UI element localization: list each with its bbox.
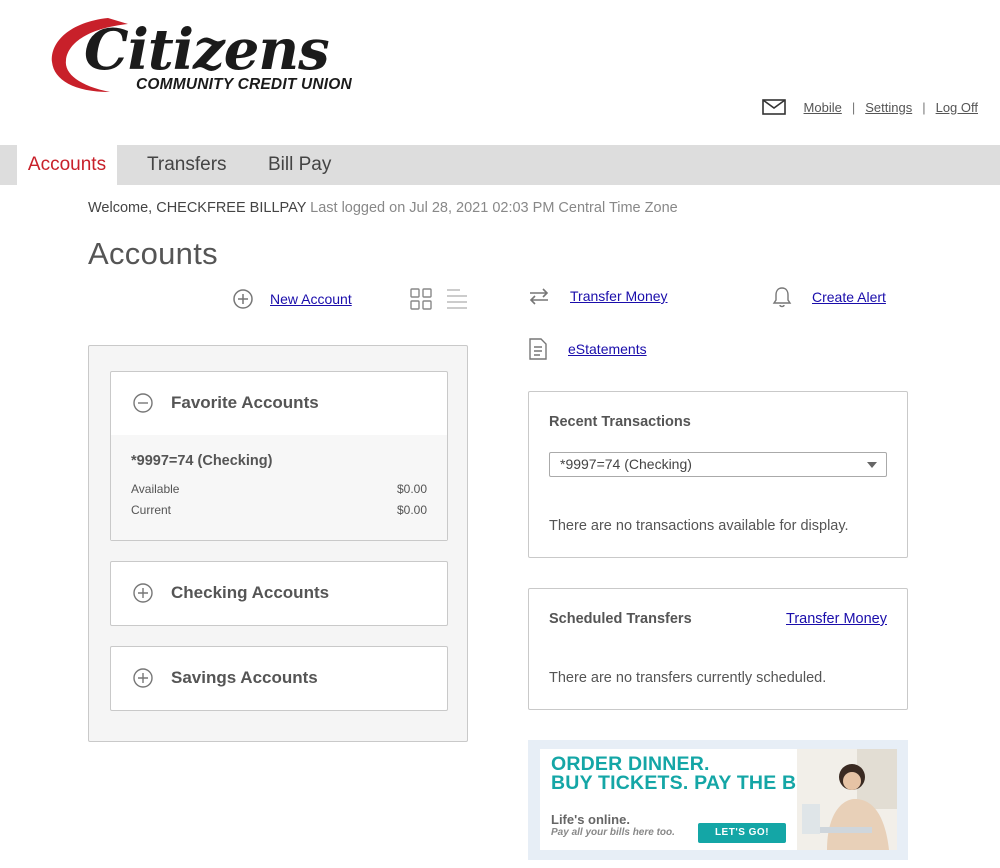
account-name[interactable]: *9997=74 (Checking) <box>131 453 427 469</box>
utility-links: Mobile | Settings | Log Off <box>761 99 978 115</box>
last-login-text: Last logged on Jul 28, 2021 02:03 PM Cen… <box>310 200 678 216</box>
available-balance-row: Available $0.00 <box>131 479 427 500</box>
woman-with-laptop-image <box>797 749 897 850</box>
settings-link[interactable]: Settings <box>865 100 912 115</box>
page-title: Accounts <box>88 236 218 271</box>
logo-wordmark: Citizens <box>84 17 330 83</box>
account-select-value: *9997=74 (Checking) <box>560 456 692 472</box>
main-nav: Accounts Transfers Bill Pay <box>0 145 1000 185</box>
new-account-action[interactable]: New Account <box>233 289 352 309</box>
ad-lets-go-button[interactable]: LET'S GO! <box>698 823 786 843</box>
grid-view-icon[interactable] <box>410 288 432 310</box>
chevron-down-icon <box>867 462 877 468</box>
group-title: Favorite Accounts <box>171 393 319 412</box>
tab-bill-pay[interactable]: Bill Pay <box>268 145 331 185</box>
group-title: Savings Accounts <box>171 668 318 687</box>
tab-accounts[interactable]: Accounts <box>17 145 117 185</box>
group-title: Checking Accounts <box>171 583 330 602</box>
accounts-panel: Favorite Accounts *9997=74 (Checking) Av… <box>88 345 468 742</box>
view-toggle <box>410 288 482 310</box>
mobile-link[interactable]: Mobile <box>804 100 842 115</box>
welcome-greeting: Welcome, CHECKFREE BILLPAY <box>88 200 307 216</box>
current-label: Current <box>131 503 172 517</box>
transfer-money-link[interactable]: Transfer Money <box>570 288 668 304</box>
mail-icon[interactable] <box>761 99 786 115</box>
bell-icon <box>772 287 792 308</box>
scheduled-transfer-money-link[interactable]: Transfer Money <box>786 611 887 627</box>
plus-circle-icon[interactable] <box>133 668 153 688</box>
minus-circle-icon[interactable] <box>133 393 153 413</box>
checking-accounts-header[interactable]: Checking Accounts <box>111 562 447 624</box>
current-balance-row: Current $0.00 <box>131 500 427 521</box>
ad-content: ORDER DINNER. BUY TICKETS. PAY THE BILLS… <box>540 749 897 850</box>
recent-transactions-title: Recent Transactions <box>549 414 691 430</box>
estatements-link[interactable]: eStatements <box>568 341 647 357</box>
transfer-money-action[interactable]: Transfer Money <box>528 287 668 305</box>
document-icon <box>529 338 547 360</box>
scheduled-transfers-title: Scheduled Transfers <box>549 611 692 627</box>
link-separator: | <box>922 99 926 115</box>
available-value: $0.00 <box>396 482 427 496</box>
savings-accounts-group[interactable]: Savings Accounts <box>110 646 448 711</box>
current-value: $0.00 <box>396 503 427 517</box>
ad-tagline: Life's online. <box>551 812 630 827</box>
estatements-action[interactable]: eStatements <box>528 338 647 360</box>
available-label: Available <box>131 482 180 496</box>
create-alert-link[interactable]: Create Alert <box>812 289 886 305</box>
scheduled-transfers-card: Scheduled Transfers Transfer Money There… <box>528 588 908 710</box>
favorite-accounts-header[interactable]: Favorite Accounts <box>111 372 447 434</box>
savings-accounts-header[interactable]: Savings Accounts <box>111 647 447 709</box>
transfer-arrows-icon <box>529 288 549 305</box>
logo-subtitle: COMMUNITY CREDIT UNION <box>136 76 352 93</box>
bill-pay-ad-banner[interactable]: ORDER DINNER. BUY TICKETS. PAY THE BILLS… <box>528 740 908 860</box>
create-alert-action[interactable]: Create Alert <box>772 286 886 308</box>
link-separator: | <box>851 99 856 115</box>
citizens-logo[interactable]: Citizens COMMUNITY CREDIT UNION <box>50 14 352 98</box>
welcome-message: Welcome, CHECKFREE BILLPAY Last logged o… <box>88 200 678 216</box>
tab-transfers[interactable]: Transfers <box>147 145 227 185</box>
plus-circle-icon[interactable] <box>133 583 153 603</box>
ad-subtext: Pay all your bills here too. <box>551 827 675 838</box>
no-transactions-message: There are no transactions available for … <box>549 518 849 534</box>
account-select[interactable]: *9997=74 (Checking) <box>549 452 887 477</box>
checking-accounts-group[interactable]: Checking Accounts <box>110 561 448 626</box>
plus-circle-icon <box>233 289 253 309</box>
logoff-link[interactable]: Log Off <box>936 100 978 115</box>
list-view-icon[interactable] <box>446 288 468 310</box>
new-account-link[interactable]: New Account <box>270 291 352 307</box>
no-transfers-message: There are no transfers currently schedul… <box>549 670 827 686</box>
recent-transactions-card: Recent Transactions *9997=74 (Checking) … <box>528 391 908 558</box>
favorite-account-card[interactable]: *9997=74 (Checking) Available $0.00 Curr… <box>111 435 447 540</box>
favorite-accounts-group: Favorite Accounts *9997=74 (Checking) Av… <box>110 371 448 541</box>
